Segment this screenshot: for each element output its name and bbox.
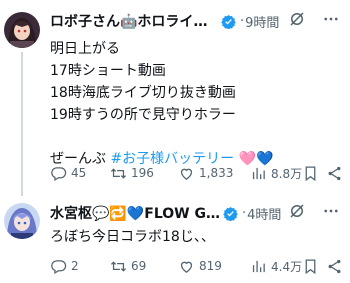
tweet-2[interactable]: 水宮枢💬🔁💙FLOW GL... · 4時間 ろぼち今日コラボ18じ、、 2 6…: [0, 196, 350, 283]
grok-icon[interactable]: [288, 202, 306, 220]
display-name[interactable]: ロボ子さん🤖ホロライブ...: [50, 11, 218, 31]
retweet-icon: [110, 260, 127, 272]
tweet-1[interactable]: ロボ子さん🤖ホロライブ... · 9時間 明日上がる 17時ショート動画 18時…: [0, 0, 350, 196]
tweet-line: 19時すうの所で見守りホラー: [50, 107, 236, 123]
reply-button[interactable]: 45: [50, 165, 86, 182]
tweet-header: 水宮枢💬🔁💙FLOW GL... · 4時間: [50, 202, 350, 224]
tweet-line: 明日上がる: [50, 41, 120, 57]
view-count: 8.8万: [271, 166, 303, 181]
share-button[interactable]: [326, 165, 343, 182]
display-name[interactable]: 水宮枢💬🔁💙FLOW GL...: [50, 203, 220, 223]
retweet-icon: [110, 167, 127, 179]
time-separator: ·: [240, 13, 245, 29]
reply-count: 2: [71, 259, 79, 273]
tweet-line: ろぼち今日コラボ18じ、、: [50, 229, 215, 245]
tweet-text: ろぼち今日コラボ18じ、、: [50, 226, 342, 248]
thread-line: [21, 52, 23, 196]
tweet-line: 18時海底ライブ切り抜き動画: [50, 85, 236, 101]
action-bar: 2 69 819 4.4万: [50, 255, 350, 277]
share-icon: [328, 259, 341, 273]
retweet-button[interactable]: 69: [110, 258, 146, 275]
more-options-icon[interactable]: [322, 202, 340, 220]
action-bar: 45 196 1,833 8.8万: [50, 162, 350, 184]
reply-count: 45: [71, 166, 87, 180]
tweet-line: 17時ショート動画: [50, 63, 166, 79]
retweet-button[interactable]: 196: [110, 165, 154, 182]
views-icon: [252, 167, 265, 179]
heart-icon: [180, 168, 193, 180]
time-separator: ·: [242, 205, 247, 221]
tweet-header: ロボ子さん🤖ホロライブ... · 9時間: [50, 10, 350, 32]
retweet-count: 69: [131, 259, 147, 273]
like-count: 819: [199, 259, 222, 273]
bookmark-icon: [305, 165, 316, 181]
reply-icon: [51, 166, 67, 181]
views-icon: [252, 260, 265, 272]
like-count: 1,833: [199, 166, 234, 180]
like-button[interactable]: 819: [178, 258, 222, 275]
grok-icon[interactable]: [288, 10, 306, 28]
views-button[interactable]: 8.8万: [250, 165, 302, 182]
verified-badge-icon: [223, 206, 238, 221]
reply-icon: [51, 259, 67, 274]
views-button[interactable]: 4.4万: [250, 258, 302, 275]
like-button[interactable]: 1,833: [178, 165, 233, 182]
bookmark-icon: [305, 258, 316, 274]
avatar-minamisu[interactable]: [4, 203, 40, 239]
bookmark-button[interactable]: [302, 165, 319, 182]
tweet-text: 明日上がる 17時ショート動画 18時海底ライブ切り抜き動画 19時すうの所で見…: [50, 38, 342, 170]
timestamp[interactable]: 9時間: [245, 12, 279, 31]
verified-badge-icon: [221, 14, 236, 29]
view-count: 4.4万: [271, 259, 303, 274]
reply-button[interactable]: 2: [50, 258, 79, 275]
timestamp[interactable]: 4時間: [247, 204, 281, 223]
share-button[interactable]: [326, 258, 343, 275]
avatar-robocosan[interactable]: [4, 12, 40, 48]
more-options-icon[interactable]: [322, 10, 340, 28]
retweet-count: 196: [131, 166, 154, 180]
heart-icon: [180, 261, 193, 273]
bookmark-button[interactable]: [302, 258, 319, 275]
share-icon: [328, 166, 341, 180]
